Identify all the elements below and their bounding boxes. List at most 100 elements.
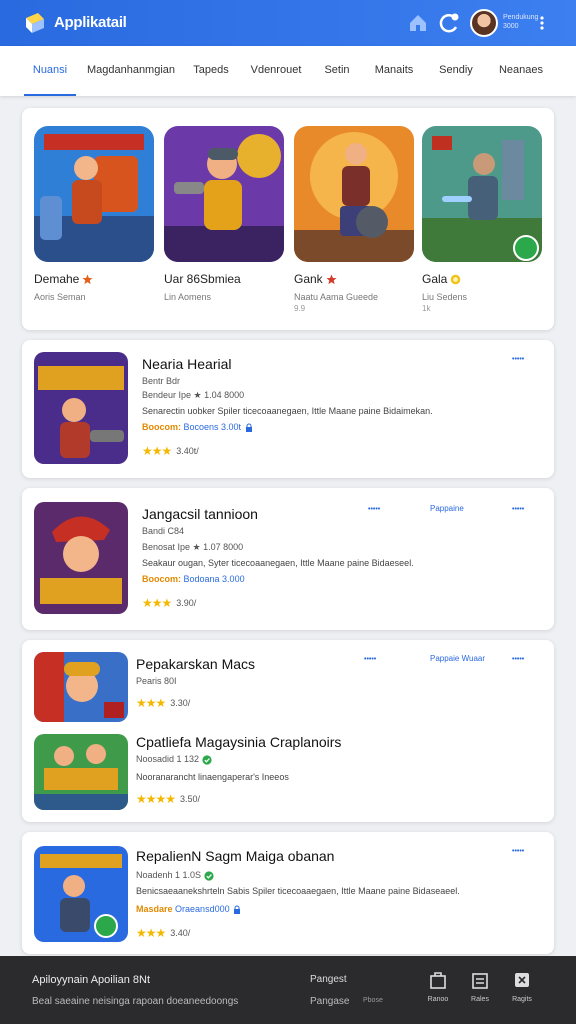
game-rating: ★★★ 3.30/ — [136, 696, 190, 710]
tab-vdenrouet[interactable]: Vdenrouet — [246, 46, 306, 96]
tab-tapeds[interactable]: Tapeds — [188, 46, 234, 96]
footer-button-label: Rales — [471, 996, 489, 1003]
bag-icon — [430, 972, 446, 989]
featured-game[interactable]: Demahe Aoris Seman — [34, 126, 154, 302]
app-logo-icon[interactable] — [22, 10, 48, 36]
game-price: Boocom: Bocoens 3.00t — [142, 422, 254, 433]
home-icon[interactable] — [406, 11, 430, 35]
verified-icon — [201, 755, 212, 765]
tab-nuansi[interactable]: Nuansi — [24, 46, 76, 96]
tab-setin[interactable]: Setin — [318, 46, 356, 96]
game-list-card[interactable]: Nearia Hearial Bentr Bdr Bendeur Ipe ★ 1… — [22, 340, 554, 478]
game-list-card[interactable]: Pepakarskan Macs Pearis 80I ★★★ 3.30/ Cp… — [22, 640, 554, 822]
price-label: Boocom: — [142, 574, 181, 584]
featured-game[interactable]: Uar 86Sbmiea Lin Aomens — [164, 126, 284, 302]
star-icon — [82, 273, 93, 284]
game-category: Bandi C84 — [142, 526, 185, 536]
game-thumbnail[interactable] — [294, 126, 414, 262]
game-thumbnail[interactable] — [164, 126, 284, 262]
tag-dots: ••••• — [512, 848, 525, 855]
tag-dots: ••••• — [368, 506, 381, 513]
footer-column-title[interactable]: Pangest — [310, 974, 347, 985]
game-rating: ★★★ 3.40/ — [136, 926, 190, 940]
footer-button-label: Ragits — [512, 996, 532, 1003]
footer-button-ragits[interactable]: Ragits — [502, 970, 542, 1014]
featured-game-developer: Naatu Aama Gueede — [294, 292, 379, 302]
featured-game-name: Demahe — [34, 272, 80, 286]
game-thumbnail[interactable] — [34, 126, 154, 262]
game-rating: ★★★ 3.40t/ — [142, 444, 199, 458]
game-category: Noosadid 1 132 — [136, 754, 212, 765]
rating-value: 3.40/ — [170, 928, 191, 938]
lock-icon — [245, 423, 252, 432]
game-title[interactable]: Pepakarskan Macs — [136, 656, 255, 672]
lock-icon — [234, 905, 241, 914]
user-avatar[interactable] — [470, 9, 498, 37]
rating-stars: ★★★ — [142, 596, 172, 610]
puzzle-icon — [515, 973, 529, 987]
app-title: Applikatail — [54, 14, 127, 31]
game-list-card[interactable]: Jangacsil tannioon Bandi C84 Benosat Ipe… — [22, 488, 554, 630]
game-thumbnail[interactable] — [34, 352, 128, 464]
footer-bar: Apiloyynain Apoilian 8Nt Beal saeaine ne… — [0, 956, 576, 1024]
game-downloads: Noosadid 1 132 — [136, 754, 200, 764]
user-points: 3000 — [503, 23, 519, 30]
price-value: Oraeansd000 — [175, 904, 230, 914]
game-downloads: Benosat Ipe ★ 1.07 8000 — [142, 542, 244, 552]
game-rating: ★★★ 3.90/ — [142, 596, 196, 610]
notification-icon[interactable] — [438, 11, 462, 35]
tag-label[interactable]: Pappaie Wuaar — [430, 654, 485, 663]
game-title[interactable]: Nearia Hearial — [142, 356, 231, 372]
footer-column-link[interactable]: Pangase — [310, 996, 349, 1007]
rating-value: 3.40t/ — [176, 446, 199, 456]
game-category: Pearis 80I — [136, 676, 177, 686]
tab-sendiy[interactable]: Sendiy — [432, 46, 480, 96]
featured-game-rating: 9.9 — [294, 304, 306, 313]
more-vertical-icon[interactable] — [536, 13, 548, 33]
featured-games-card: Demahe Aoris Seman Uar 86Sbmiea Lin Aome… — [22, 108, 554, 330]
game-price: Boocom: Bodoana 3.000 — [142, 574, 245, 584]
rating-stars: ★★★ — [136, 926, 166, 940]
game-downloads: Noadenh 1 1.0S — [136, 870, 202, 880]
game-thumbnail[interactable] — [34, 846, 128, 942]
game-rating: ★★★★ 3.50/ — [136, 792, 200, 806]
featured-game-developer: Liu Sedens — [422, 292, 468, 302]
price-label: Masdare — [136, 904, 173, 914]
tag-dots: ••••• — [512, 656, 525, 663]
game-thumbnail[interactable] — [34, 502, 128, 614]
footer-subtitle: Beal saeaine neisinga rapoan doeaneedoon… — [32, 996, 239, 1007]
game-list-card[interactable]: RepalienN Sagm Maiga obanan Noadenh 1 1.… — [22, 832, 554, 954]
footer-button-ranoo[interactable]: Ranoo — [418, 970, 458, 1014]
category-tabs: Nuansi Magdanhanmgian Tapeds Vdenrouet S… — [0, 46, 576, 96]
rating-value: 3.50/ — [180, 794, 201, 804]
game-title[interactable]: Cpatliefa Magaysinia Craplanoirs — [136, 734, 341, 750]
verified-icon — [203, 871, 214, 881]
price-label: Boocom: — [142, 422, 181, 432]
tag-label[interactable]: Pappaine — [430, 504, 464, 513]
game-title[interactable]: RepalienN Sagm Maiga obanan — [136, 848, 334, 864]
game-description: Nooranarancht linaengaperar's Ineeos — [136, 772, 289, 782]
game-thumbnail[interactable] — [34, 734, 128, 810]
tag-dots: ••••• — [512, 506, 525, 513]
featured-game-rating: 1k — [422, 304, 431, 313]
tab-neanaes[interactable]: Neanaes — [492, 46, 550, 96]
tab-magdanhanmgian[interactable]: Magdanhanmgian — [86, 46, 176, 96]
game-title[interactable]: Jangacsil tannioon — [142, 506, 258, 522]
tab-manaits[interactable]: Manaits — [368, 46, 420, 96]
featured-game-developer: Lin Aomens — [164, 292, 212, 302]
list-icon — [472, 973, 488, 989]
game-downloads: Bendeur Ipe ★ 1.04 8000 — [142, 390, 245, 400]
game-thumbnail[interactable] — [34, 652, 128, 722]
tag-dots: ••••• — [512, 356, 525, 363]
game-category: Noadenh 1 1.0S — [136, 870, 214, 881]
footer-column-note: Pbose — [363, 997, 383, 1004]
user-name: Pendukung — [503, 14, 539, 21]
coin-icon — [451, 274, 461, 284]
rating-value: 3.30/ — [170, 698, 191, 708]
featured-game[interactable]: Gank Naatu Aama Gueede 9.9 — [294, 126, 414, 313]
featured-game[interactable]: Gala Liu Sedens 1k — [422, 126, 542, 313]
rating-stars: ★★★ — [136, 696, 166, 710]
footer-button-rales[interactable]: Rales — [460, 970, 500, 1014]
game-description: Benicsaeaanekshrteln Sabis Spiler ticeco… — [136, 886, 460, 896]
game-thumbnail[interactable] — [422, 126, 542, 262]
